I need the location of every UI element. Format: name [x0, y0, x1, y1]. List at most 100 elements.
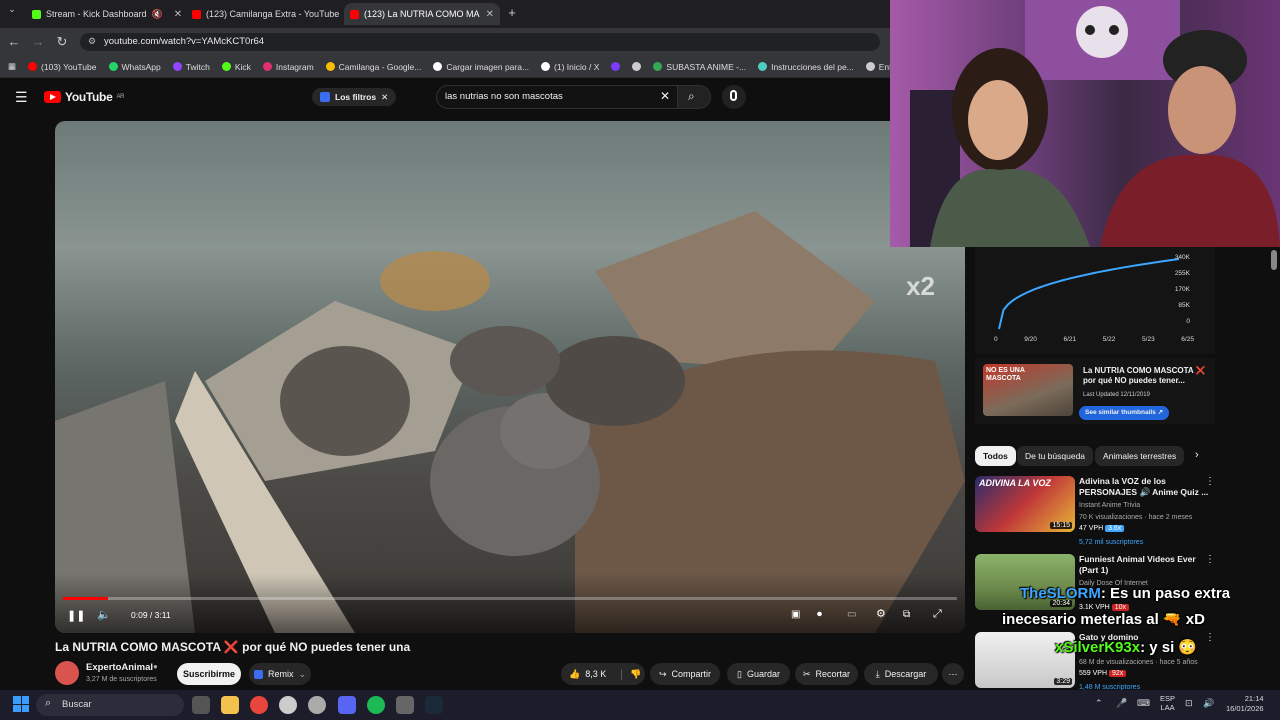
channel-avatar[interactable]: [55, 661, 79, 685]
tab-search-icon[interactable]: ⌄: [4, 4, 20, 15]
rec-thumbnail[interactable]: ADIVINA LA VOZ 15:15: [975, 476, 1075, 532]
bookmark-google-drive[interactable]: Camilanga - Google...: [325, 62, 421, 72]
youtube-icon: [350, 9, 359, 19]
thumbs-down-icon[interactable]: 👎: [621, 668, 641, 680]
more-icon: ⋯: [948, 668, 958, 679]
tab-kick-dashboard[interactable]: Stream - Kick Dashboard 🔇 ✕: [26, 3, 184, 25]
remix-button[interactable]: Remix ⌄: [249, 663, 311, 685]
rec-meta: 68 M de visualizaciones · hace 5 años: [1079, 659, 1198, 666]
video-frame: [55, 211, 965, 633]
discord-icon[interactable]: [338, 696, 356, 714]
app-icon[interactable]: [308, 696, 326, 714]
youtube-logo[interactable]: YouTube AR: [44, 90, 124, 104]
bookmark-instrucciones[interactable]: Instrucciones del pe...: [758, 62, 854, 72]
purple-site-icon: [611, 62, 621, 71]
back-icon[interactable]: ←: [6, 34, 22, 49]
see-similar-button[interactable]: See similar thumbnails ↗: [1079, 406, 1170, 420]
language-indicator[interactable]: ESP LAA: [1160, 694, 1175, 712]
chevron-right-icon[interactable]: ›: [1195, 449, 1199, 461]
site-info-icon[interactable]: ⚙: [88, 36, 96, 47]
url-field[interactable]: youtube.com/watch?v=YAMcKCT0r64: [80, 33, 880, 51]
pause-icon[interactable]: ❚❚: [67, 609, 85, 622]
rec-vph: 47 VPH 3.6x: [1079, 525, 1125, 532]
tab-camilanga-extra[interactable]: (123) Camilanga Extra - YouTube ✕: [186, 3, 342, 25]
subtitles-icon[interactable]: ▭: [847, 609, 856, 620]
channel-name[interactable]: ExpertoAnimal: [86, 662, 153, 673]
tab-nutria-video[interactable]: (123) La NUTRIA COMO MA ✕: [344, 3, 500, 25]
download-button[interactable]: ⤓ Descargar: [864, 663, 938, 685]
recommendation-item[interactable]: ADIVINA LA VOZ 15:15 Adivina la VOZ de l…: [975, 476, 1275, 546]
chip-from-search[interactable]: De tu búsqueda: [1017, 446, 1094, 466]
keyboard-icon[interactable]: ⌨: [1137, 698, 1150, 709]
extension-icon[interactable]: ▣: [791, 609, 800, 620]
miniplayer-icon[interactable]: ⧉: [903, 609, 910, 620]
tray-chevron-icon[interactable]: ⌃: [1095, 698, 1103, 709]
x-tick: 6/25: [1181, 336, 1194, 343]
autoplay-toggle-icon[interactable]: ⏺: [817, 609, 822, 620]
obs-icon[interactable]: [279, 696, 297, 714]
chrome-icon[interactable]: [250, 696, 268, 714]
bookmark-instagram[interactable]: Instagram: [262, 62, 314, 72]
network-icon[interactable]: ⊡: [1185, 698, 1193, 709]
bookmark-globe[interactable]: [632, 62, 642, 71]
bookmark-youtube[interactable]: (103) YouTube: [28, 62, 97, 72]
subscribe-button[interactable]: Suscribirme: [177, 663, 241, 685]
fullscreen-icon[interactable]: ⤢: [933, 608, 942, 621]
menu-icon[interactable]: ☰: [15, 89, 28, 106]
reload-icon[interactable]: ↻: [54, 34, 70, 50]
new-tab-button[interactable]: +: [504, 5, 520, 20]
app-icon[interactable]: [396, 696, 414, 714]
more-vert-icon[interactable]: ⋮: [1205, 554, 1215, 565]
more-vert-icon[interactable]: ⋮: [1205, 476, 1215, 487]
save-button[interactable]: ▯ Guardar: [727, 663, 790, 685]
settings-icon[interactable]: ⚙: [876, 607, 886, 620]
chip-land-animals[interactable]: Animales terrestres: [1095, 446, 1185, 466]
apps-icon[interactable]: ▦: [8, 61, 16, 72]
taskbar-search[interactable]: Buscar: [36, 694, 184, 716]
bookmark-kick[interactable]: Kick: [221, 62, 251, 72]
more-vert-icon[interactable]: ⋮: [1205, 632, 1215, 643]
bookmark-subasta[interactable]: SUBASTA ANIME -...: [653, 62, 746, 72]
windows-start-icon[interactable]: [13, 696, 29, 712]
mic-tray-icon[interactable]: 🎤: [1116, 698, 1127, 709]
chip-all[interactable]: Todos: [975, 446, 1016, 466]
more-actions-button[interactable]: ⋯: [942, 663, 964, 685]
scrollbar-thumb[interactable]: [1271, 250, 1277, 270]
voice-search-button[interactable]: [722, 85, 746, 109]
youtube-icon: [28, 62, 38, 71]
mute-icon[interactable]: 🔇: [152, 9, 163, 20]
task-view-icon[interactable]: [192, 696, 210, 714]
close-tab-icon[interactable]: ✕: [486, 9, 494, 20]
video-player[interactable]: x2 ❚❚ 🔈 0:09 / 3:11 ▣ ⏺ ▭ ⚙ ⧉ ⤢: [55, 121, 965, 633]
clear-search-icon[interactable]: ✕: [660, 89, 670, 103]
forward-icon[interactable]: →: [30, 34, 46, 49]
progress-bar[interactable]: [63, 597, 957, 600]
filters-button[interactable]: Los filtros ✕: [312, 88, 397, 106]
spotify-icon[interactable]: [367, 696, 385, 714]
clip-button[interactable]: ✂ Recortar: [795, 663, 858, 685]
bookmark-twitch[interactable]: Twitch: [172, 62, 210, 72]
share-button[interactable]: ↪ Compartir: [650, 663, 720, 685]
volume-icon[interactable]: 🔈: [97, 608, 111, 621]
file-explorer-icon[interactable]: [221, 696, 239, 714]
search-button[interactable]: ⌕: [677, 85, 711, 109]
search-input[interactable]: las nutrias no son mascotas: [436, 85, 678, 109]
bookmarks-bar: ▦ (103) YouTube WhatsApp Twitch Kick Ins…: [0, 56, 890, 78]
steam-icon[interactable]: [425, 696, 443, 714]
remix-icon: [253, 669, 263, 679]
bookmark-entrega[interactable]: Entrega: [865, 62, 890, 72]
close-tab-icon[interactable]: ✕: [174, 9, 182, 20]
clock[interactable]: 21:14 16/01/2026: [1226, 694, 1264, 714]
like-button[interactable]: 👍 8,3 K 👎: [561, 663, 645, 685]
bookmark-x[interactable]: (1) Inicio / X: [541, 62, 599, 72]
verified-icon: ●: [153, 662, 158, 671]
stream-overlay-multiplier: x2: [906, 271, 935, 301]
close-icon[interactable]: ✕: [381, 92, 388, 103]
bookmark-purple[interactable]: [611, 62, 621, 71]
volume-icon[interactable]: 🔊: [1203, 698, 1214, 709]
video-thumbnail[interactable]: NO ES UNA MASCOTA: [983, 364, 1073, 416]
x-tick: 9/20: [1024, 336, 1037, 343]
bookmark-whatsapp[interactable]: WhatsApp: [108, 62, 161, 72]
bookmark-upload-image[interactable]: Cargar imagen para...: [433, 62, 529, 72]
chevron-down-icon: ⌄: [298, 668, 307, 679]
